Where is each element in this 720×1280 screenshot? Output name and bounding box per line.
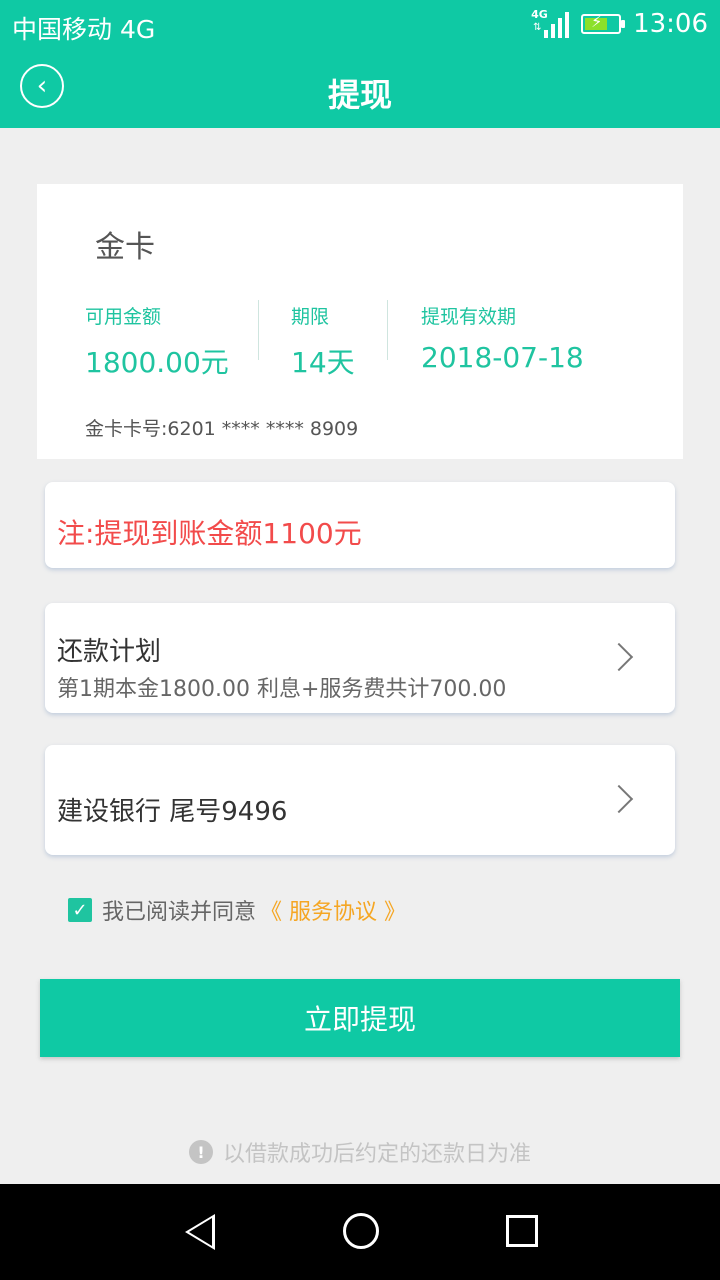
system-nav-bar	[0, 1184, 720, 1280]
clock: 13:06	[633, 9, 708, 39]
status-bar: 中国移动 4G 4G ⇅ ⚡ 13:06	[0, 0, 720, 50]
term: 期限 14天	[291, 302, 355, 381]
divider	[387, 300, 388, 360]
page-title: 提现	[327, 76, 392, 114]
notice-panel: 注:提现到账金额1100元	[45, 482, 675, 568]
nav-recent-apps-icon[interactable]	[506, 1215, 538, 1247]
carrier-label: 中国移动 4G	[12, 15, 156, 44]
term-value: 14天	[291, 346, 355, 379]
agreement-text: 我已阅读并同意	[102, 900, 257, 925]
battery-charging-icon: ⚡	[581, 12, 626, 34]
signal-icon: 4G ⇅	[531, 8, 570, 40]
gold-card-info: 金卡 可用金额 1800.00元 期限 14天 提现有效期 2018-07-18…	[37, 184, 683, 459]
notice-text: 注:提现到账金额1100元	[57, 517, 362, 550]
card-number: 金卡卡号:6201 **** **** 8909	[85, 418, 359, 440]
nav-back-icon[interactable]	[185, 1214, 215, 1250]
validity: 提现有效期 2018-07-18	[421, 302, 584, 374]
footnote: ! 以借款成功后约定的还款日为准	[0, 1136, 720, 1168]
chevron-right-icon	[604, 784, 634, 814]
service-agreement-link[interactable]: 《 服务协议 》	[260, 894, 406, 926]
footnote-text: 以借款成功后约定的还款日为准	[222, 1142, 531, 1167]
agreement-row: ✓ 我已阅读并同意 《 服务协议 》	[68, 894, 406, 926]
repayment-plan-detail: 第1期本金1800.00 利息+服务费共计700.00	[57, 677, 507, 702]
validity-label: 提现有效期	[421, 306, 517, 328]
bank-account-text: 建设银行 尾号9496	[57, 797, 288, 827]
repayment-plan-row[interactable]: 还款计划 第1期本金1800.00 利息+服务费共计700.00	[45, 603, 675, 713]
nav-home-icon[interactable]	[343, 1213, 379, 1249]
info-icon: !	[188, 1140, 213, 1164]
card-name: 金卡	[95, 230, 155, 265]
withdraw-now-button[interactable]: 立即提现	[40, 979, 680, 1057]
available-amount-value: 1800.00元	[85, 346, 229, 379]
chevron-right-icon	[604, 642, 634, 672]
available-amount-label: 可用金额	[85, 306, 162, 328]
top-nav-bar: ‹ 提现	[0, 50, 720, 128]
bank-account-row[interactable]: 建设银行 尾号9496	[45, 745, 675, 855]
available-amount: 可用金额 1800.00元	[85, 302, 229, 381]
validity-value: 2018-07-18	[421, 341, 584, 374]
agreement-checkbox[interactable]: ✓	[68, 898, 92, 922]
status-icons: 4G ⇅ ⚡ 13:06	[531, 8, 708, 40]
repayment-plan-title: 还款计划	[57, 637, 162, 667]
check-icon: ✓	[72, 899, 88, 921]
term-label: 期限	[291, 306, 330, 328]
divider	[258, 300, 259, 360]
